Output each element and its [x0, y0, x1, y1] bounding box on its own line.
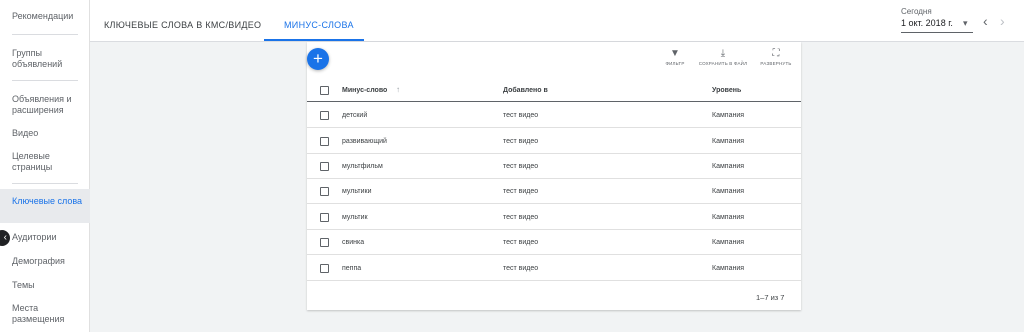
added-to-cell[interactable]: тест видео [503, 138, 538, 145]
table-row[interactable]: свинка тест видео Кампания [307, 230, 801, 255]
keyword-cell: мультики [342, 188, 372, 195]
filter-label: ФИЛЬТР [665, 61, 685, 66]
sidebar-item-ads-extensions[interactable]: Объявления и расширения [12, 94, 88, 116]
expand-icon: ⛶ [772, 48, 780, 59]
tab-display-video-keywords[interactable]: КЛЮЧЕВЫЕ СЛОВА В КМС/ВИДЕО [104, 20, 261, 30]
added-to-cell[interactable]: тест видео [503, 188, 538, 195]
chevron-left-icon[interactable]: ‹ [983, 13, 988, 29]
sidebar-item-landing-pages[interactable]: Целевые страницы [12, 151, 88, 173]
download-button[interactable]: ⤓ СОХРАНИТЬ В ФАЙЛ [696, 48, 750, 66]
sidebar-item-audiences[interactable]: Аудитории [12, 232, 88, 243]
sidebar-nav: Рекомендации Группы объявлений Объявлени… [0, 0, 90, 332]
row-checkbox[interactable] [320, 187, 329, 196]
date-range-value[interactable]: 1 окт. 2018 г. [901, 18, 953, 28]
nav-divider [12, 183, 78, 184]
added-to-cell[interactable]: тест видео [503, 214, 538, 221]
sidebar-item-videos[interactable]: Видео [12, 128, 88, 139]
nav-divider [12, 80, 78, 81]
date-range-underline [901, 32, 973, 33]
sidebar-item-ad-groups[interactable]: Группы объявлений [12, 48, 88, 70]
sidebar-item-keywords[interactable]: Ключевые слова [0, 189, 90, 223]
level-cell: Кампания [712, 163, 745, 170]
pagination-status: 1–7 из 7 [756, 293, 785, 302]
table-row[interactable]: мультик тест видео Кампания [307, 205, 801, 230]
filter-button[interactable]: ▼ ФИЛЬТР [649, 48, 701, 66]
column-header-added-to[interactable]: Добавлено в [503, 87, 548, 94]
filter-icon: ▼ [670, 48, 680, 59]
table-row[interactable]: мультфильм тест видео Кампания [307, 154, 801, 179]
table-row[interactable]: развивающий тест видео Кампания [307, 129, 801, 154]
expand-button[interactable]: ⛶ РАЗВЕРНУТЬ [750, 48, 802, 66]
download-icon: ⤓ [720, 48, 726, 59]
keyword-cell: пеппа [342, 265, 362, 272]
plus-icon: + [313, 49, 323, 68]
level-cell: Кампания [712, 138, 745, 145]
chevron-down-icon[interactable]: ▾ [963, 18, 968, 29]
keyword-cell: детский [342, 112, 368, 119]
added-to-cell[interactable]: тест видео [503, 265, 538, 272]
level-cell: Кампания [712, 188, 745, 195]
chevron-right-icon[interactable]: › [1000, 13, 1005, 29]
active-tab-indicator [264, 39, 364, 41]
table-row[interactable]: мультики тест видео Кампания [307, 179, 801, 204]
level-cell: Кампания [712, 112, 745, 119]
keyword-cell: мультик [342, 214, 368, 221]
keyword-cell: мультфильм [342, 163, 383, 170]
select-all-checkbox[interactable] [320, 86, 329, 95]
row-checkbox[interactable] [320, 238, 329, 247]
column-header-level[interactable]: Уровень [712, 87, 741, 94]
page-header: КЛЮЧЕВЫЕ СЛОВА В КМС/ВИДЕО МИНУС-СЛОВА С… [90, 0, 1024, 42]
table-row[interactable]: пеппа тест видео Кампания [307, 256, 801, 281]
added-to-cell[interactable]: тест видео [503, 112, 538, 119]
sort-ascending-icon[interactable]: ↑ [396, 85, 400, 94]
keyword-cell: свинка [342, 239, 365, 246]
added-to-cell[interactable]: тест видео [503, 163, 538, 170]
negative-keywords-card: + ▼ ФИЛЬТР ⤓ СОХРАНИТЬ В ФАЙЛ ⛶ РАЗВЕРНУ… [307, 42, 801, 310]
column-header-keyword[interactable]: Минус-слово [342, 87, 387, 94]
row-checkbox[interactable] [320, 264, 329, 273]
level-cell: Кампания [712, 239, 745, 246]
expand-label: РАЗВЕРНУТЬ [760, 61, 792, 66]
sidebar-item-topics[interactable]: Темы [12, 280, 88, 291]
table-header: Минус-слово ↑ Добавлено в Уровень [307, 79, 801, 102]
sidebar-item-demographics[interactable]: Демография [12, 256, 88, 267]
added-to-cell[interactable]: тест видео [503, 239, 538, 246]
level-cell: Кампания [712, 214, 745, 221]
keyword-cell: развивающий [342, 138, 387, 145]
tab-negative-keywords[interactable]: МИНУС-СЛОВА [284, 20, 354, 30]
sidebar-item-placements[interactable]: Места размещения [12, 303, 88, 325]
row-checkbox[interactable] [320, 137, 329, 146]
add-negative-keyword-button[interactable]: + [307, 48, 329, 70]
table-row[interactable]: детский тест видео Кампания [307, 103, 801, 128]
nav-divider [12, 34, 78, 35]
date-range-caption: Сегодня [901, 7, 932, 16]
row-checkbox[interactable] [320, 162, 329, 171]
row-checkbox[interactable] [320, 111, 329, 120]
level-cell: Кампания [712, 265, 745, 272]
sidebar-item-recommendations[interactable]: Рекомендации [12, 11, 88, 22]
download-label: СОХРАНИТЬ В ФАЙЛ [698, 61, 748, 66]
row-checkbox[interactable] [320, 213, 329, 222]
